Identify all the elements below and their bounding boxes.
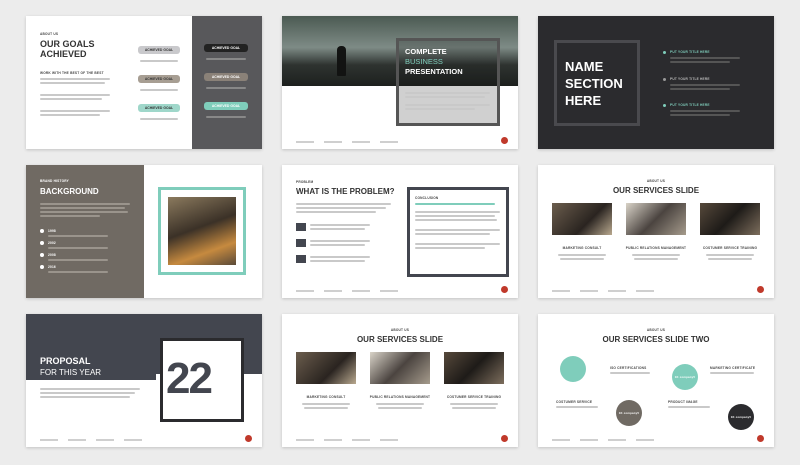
year-dot-icon [40,253,44,257]
service-left-1: ISO CERTIFICATIONS [610,366,647,370]
slide-footer [552,439,654,441]
megaphone-icon [296,239,306,247]
goal-pill-2: ACHIEVED GOAL [138,75,180,83]
circle-label-dark: 1K company5 [730,415,752,419]
service-label-3: COSTUMER SERVICE TRAINING [702,246,758,250]
slide-tag: ABOUT US [390,328,410,332]
service-label-2: PUBLIC RELATIONS MANAGEMENT [369,395,431,399]
slide-footer [552,290,654,292]
service-label-1: MARKETING CONSULT [306,395,346,399]
conclusion-label: CONCLUSION [415,196,439,200]
section-line2: SECTION [565,76,623,91]
section-line1: NAME [565,59,604,74]
slide-services[interactable]: ABOUT US OUR SERVICES SLIDE MARKETING CO… [538,165,774,298]
slide-complete-business[interactable]: COMPLETE BUSINESS PRESENTATION [282,16,518,149]
service-photo-2 [626,203,686,235]
brand-logo-icon [501,286,508,293]
service-photo-2 [370,352,430,384]
service-right-2: PRODUCT IMAGE [668,400,698,404]
slide-tag: ABOUT US [646,328,666,332]
service-photo-3 [444,352,504,384]
slide-tag: BRAND HISTORY [40,179,69,183]
year-dot-icon [40,241,44,245]
goal-pill-1: ACHIEVED GOAL [138,46,180,54]
service-label-2: PUBLIC RELATIONS MANAGEMENT [625,246,687,250]
service-photo-3 [700,203,760,235]
brand-logo-icon [757,435,764,442]
year-4: 2016 [48,265,56,269]
service-left-2: COSTUMER SERVICE [556,400,593,404]
slide-title: OUR SERVICES SLIDE TWO [602,335,710,344]
brand-logo-icon [757,286,764,293]
proposal-line2: FOR THIS YEAR [40,368,102,377]
section-item-2: PUT YOUR TITLE HERE [670,77,710,81]
slide-title: OUR SERVICES SLIDE [356,335,444,344]
goal-pill-dark-3: ACHIEVED GOAL [204,102,248,110]
slide-footer [296,290,398,292]
dark-panel: ACHIEVED GOAL ACHIEVED GOAL ACHIEVED GOA… [192,16,262,149]
slide-subtitle: WORK WITH THE BEST OF THE BEST [40,71,104,75]
service-label-1: MARKETING CONSULT [562,246,602,250]
section-line3: HERE [565,93,602,108]
circle-label-right: 1K company5 [674,375,696,379]
title-line2: BUSINESS [405,57,443,66]
goal-pill-dark-2: ACHIEVED GOAL [204,73,248,81]
year-3: 2008 [48,253,56,257]
slide-name-section[interactable]: NAME SECTION HERE PUT YOUR TITLE HERE PU… [538,16,774,149]
year-1: 1998 [48,229,56,233]
service-label-3: COSTUMER SERVICE TRAINING [446,395,502,399]
circle-label-taupe: 1K company5 [618,411,640,415]
chart-icon [296,255,306,263]
slide-tag: ABOUT US [646,179,666,183]
year-dot-icon [40,229,44,233]
teal-dot-icon [663,51,666,54]
slide-services-b[interactable]: ABOUT US OUR SERVICES SLIDE MARKETING CO… [282,314,518,447]
brand-logo-icon [501,435,508,442]
slide-tag: PROBLEM [296,180,314,184]
slide-background[interactable]: BRAND HISTORY BACKGROUND 1998 2002 2008 … [26,165,262,298]
service-right-1: MARKETING CERTIFICATE [710,366,756,370]
market-photo [168,197,236,265]
year-dot-icon [40,265,44,269]
slide-footer [296,439,398,441]
slide-footer [40,439,142,441]
proposal-line1: PROPOSAL [40,356,91,366]
grey-dot-icon [663,78,666,81]
person-silhouette [337,46,346,76]
conclusion-frame [407,187,509,277]
slide-title-line1: OUR GOALS [40,39,95,49]
proposal-number: 22 [166,354,213,403]
teal-dot-icon [663,104,666,107]
target-icon [296,223,306,231]
slide-title-line2: ACHIEVED [40,49,87,59]
goal-pill-3: ACHIEVED GOAL [138,104,180,112]
teal-circle-left [560,356,586,382]
title-line3: PRESENTATION [405,67,463,76]
slide-footer [296,141,398,143]
slide-our-goals[interactable]: ABOUT US OUR GOALS ACHIEVED WORK WITH TH… [26,16,262,149]
slide-title: WHAT IS THE PROBLEM? [296,187,395,196]
goal-pill-dark-1: ACHIEVED GOAL [204,44,248,52]
section-item-3: PUT YOUR TITLE HERE [670,103,710,107]
section-item-1: PUT YOUR TITLE HERE [670,50,710,54]
year-2: 2002 [48,241,56,245]
brand-logo-icon [245,435,252,442]
slide-title: BACKGROUND [40,187,99,196]
slide-tag: ABOUT US [40,32,59,36]
slide-title: OUR SERVICES SLIDE [612,186,700,195]
slide-problem[interactable]: PROBLEM WHAT IS THE PROBLEM? CONCLUSION [282,165,518,298]
slide-services-two[interactable]: ABOUT US OUR SERVICES SLIDE TWO 1K compa… [538,314,774,447]
slide-proposal[interactable]: PROPOSAL FOR THIS YEAR 22 [26,314,262,447]
title-line1: COMPLETE [405,47,447,56]
service-photo-1 [296,352,356,384]
service-photo-1 [552,203,612,235]
brand-logo-icon [501,137,508,144]
